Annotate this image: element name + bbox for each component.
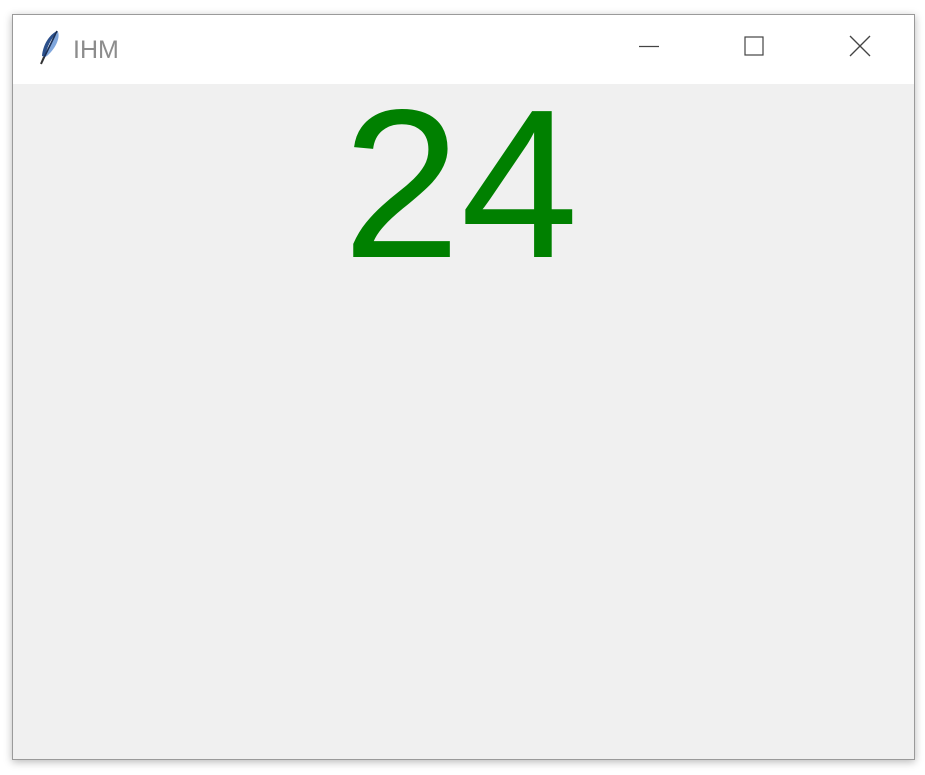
close-icon [849,35,871,62]
main-content: 24 [13,78,914,759]
counter-label: 24 [342,65,579,302]
window-title: IHM [73,36,119,64]
app-window: IHM 24 [12,14,915,760]
maximize-icon [743,35,765,62]
feather-icon [37,29,63,67]
minimize-button[interactable] [597,15,701,81]
minimize-icon [638,35,660,62]
close-button[interactable] [808,15,912,81]
maximize-button[interactable] [702,15,806,81]
